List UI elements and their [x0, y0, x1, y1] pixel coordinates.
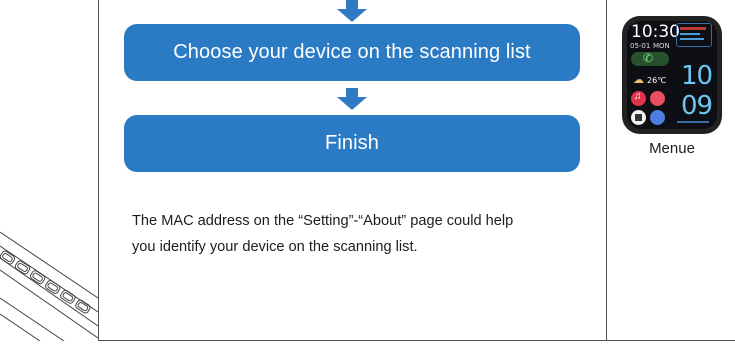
watch-weekday: MON [653, 42, 670, 50]
mac-address-note: The MAC address on the “Setting”-“About”… [132, 208, 602, 260]
watch-caption: Menue [649, 140, 695, 157]
watch-date: 05-01 [630, 42, 651, 50]
calculator-app-icon [631, 110, 646, 125]
music-app-icon: ♫ [631, 91, 646, 106]
down-arrow-icon [337, 0, 367, 22]
step-label: Finish [325, 132, 379, 154]
weather-icon: ☁ [633, 73, 644, 86]
watch-temperature: 26℃ [647, 76, 667, 85]
watch-time: 10:30 [631, 22, 680, 42]
note-line: The MAC address on the “Setting”-“About”… [132, 213, 514, 229]
watch-face-image: 10:30 05-01 MON ✆ ☁ 26℃ ♫ 10 09 [622, 16, 722, 134]
note-line: you identify your device on the scanning… [132, 239, 418, 255]
column-divider [606, 0, 607, 341]
step-finish: Finish [124, 115, 580, 172]
watch-status-panel [676, 23, 712, 47]
settings-app-icon [650, 110, 665, 125]
watch-hour-large: 10 [681, 61, 713, 91]
recorder-app-icon [650, 91, 665, 106]
phone-icon: ✆ [631, 51, 669, 66]
down-arrow-icon [337, 88, 367, 110]
watch-minute-large: 09 [681, 91, 713, 121]
watch-screen: 10:30 05-01 MON ✆ ☁ 26℃ ♫ 10 09 [627, 21, 717, 129]
step-choose-device: Choose your device on the scanning list [124, 24, 580, 81]
page-border-left [98, 0, 99, 341]
device-strap-illustration [0, 0, 99, 342]
step-label: Choose your device on the scanning list [173, 41, 531, 63]
